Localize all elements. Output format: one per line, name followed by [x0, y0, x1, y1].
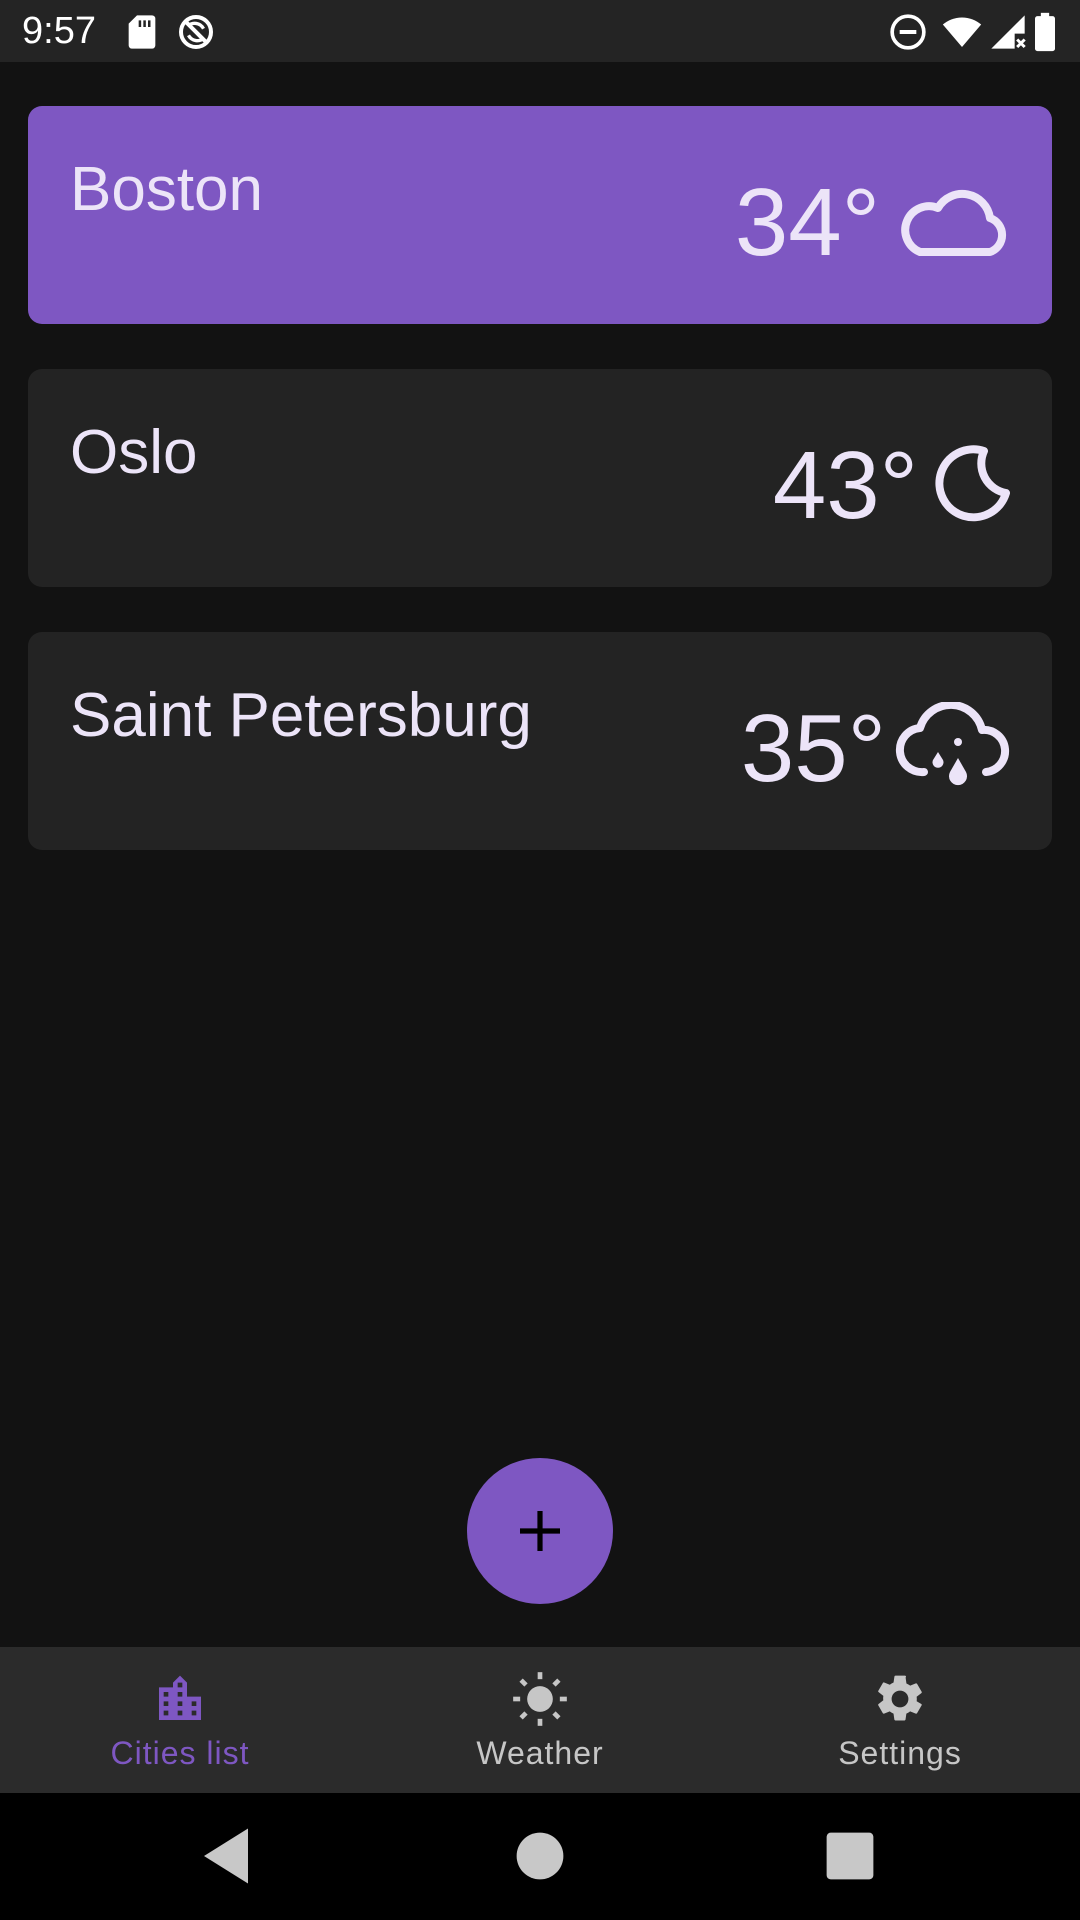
moon-icon [932, 439, 1012, 529]
system-navigation-bar [0, 1793, 1080, 1920]
home-icon[interactable] [507, 1823, 573, 1889]
signal-no-data-icon [988, 12, 1028, 52]
nav-settings[interactable]: Settings [720, 1647, 1080, 1793]
screen: 9:57 Boston 34° Oslo 43° Saint Petersbur… [0, 0, 1080, 1920]
plus-icon [520, 1511, 560, 1551]
city-name: Oslo [70, 418, 198, 487]
city-card-saint-petersburg[interactable]: Saint Petersburg 35° [28, 632, 1052, 850]
back-icon[interactable] [193, 1823, 259, 1889]
sun-icon [512, 1671, 568, 1727]
city-card-oslo[interactable]: Oslo 43° [28, 369, 1052, 587]
bottom-navigation: Cities list Weather Settings [0, 1647, 1080, 1793]
city-temperature: 34° [734, 169, 880, 276]
gear-icon [872, 1671, 928, 1727]
battery-icon [1030, 12, 1060, 52]
city-card-boston[interactable]: Boston 34° [28, 106, 1052, 324]
sync-disabled-icon [176, 12, 216, 52]
sd-card-icon [122, 12, 162, 52]
nav-label: Settings [838, 1735, 962, 1771]
status-bar: 9:57 [0, 0, 1080, 62]
status-time: 9:57 [22, 10, 96, 52]
nav-label: Cities list [110, 1735, 250, 1771]
wifi-icon [942, 12, 982, 52]
city-icon [152, 1671, 208, 1727]
nav-weather[interactable]: Weather [360, 1647, 720, 1793]
nav-cities-list[interactable]: Cities list [0, 1647, 360, 1793]
city-name: Boston [70, 155, 264, 224]
add-city-button[interactable] [467, 1458, 613, 1604]
recents-icon[interactable] [817, 1823, 883, 1889]
do-not-disturb-icon [888, 12, 928, 52]
city-temperature: 43° [772, 432, 918, 539]
cloud-rain-icon [894, 702, 1012, 792]
city-temperature: 35° [740, 695, 886, 802]
nav-label: Weather [476, 1735, 604, 1771]
city-list: Boston 34° Oslo 43° Saint Petersburg 35° [28, 106, 1052, 895]
cloud-icon [894, 176, 1012, 266]
city-name: Saint Petersburg [70, 681, 532, 750]
